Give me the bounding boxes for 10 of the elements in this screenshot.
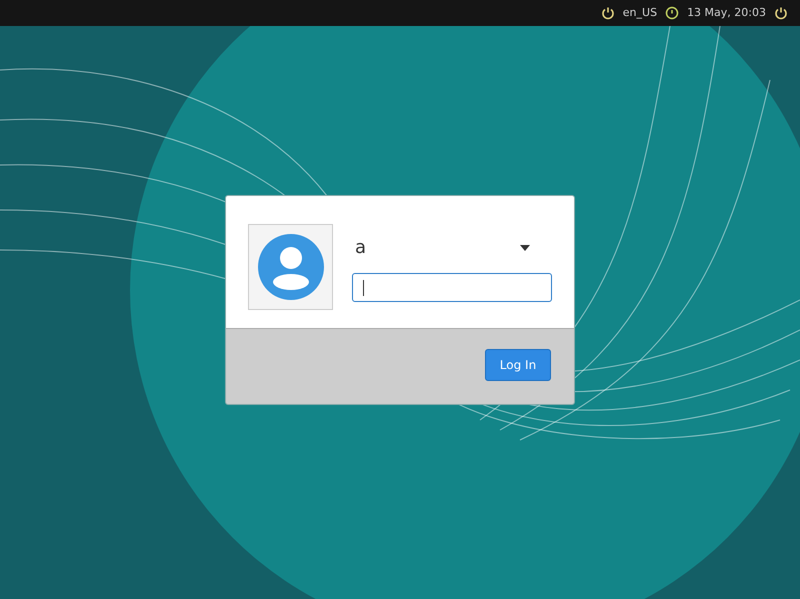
power-icon[interactable] (774, 6, 788, 20)
user-selector[interactable]: a (352, 234, 552, 261)
power-icon[interactable] (600, 6, 615, 20)
date-time: 13 May, 20:03 (687, 4, 766, 21)
clock-icon (665, 6, 680, 20)
keyboard-layout[interactable]: en_US (622, 4, 658, 22)
caret-icon (520, 244, 530, 250)
login-button[interactable]: Log In (485, 349, 551, 381)
user-avatar-icon (258, 234, 324, 300)
password-field[interactable] (352, 273, 552, 302)
